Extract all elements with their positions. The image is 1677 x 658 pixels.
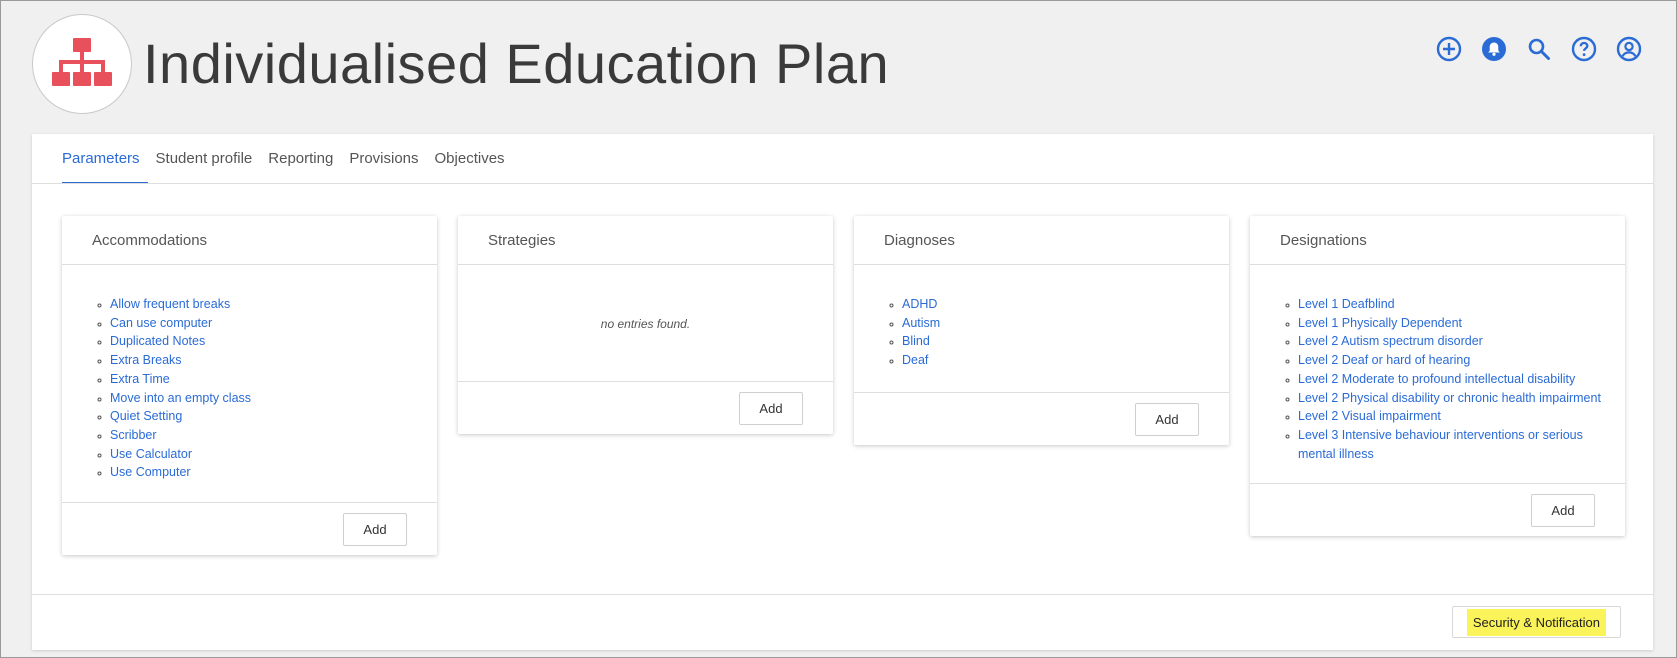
list-item[interactable]: Autism: [902, 314, 1199, 333]
footer-divider: [32, 594, 1653, 595]
accommodations-list: Allow frequent breaks Can use computer D…: [92, 295, 407, 482]
panel-title: Strategies: [458, 216, 833, 265]
panel-title: Designations: [1250, 216, 1625, 265]
bell-icon[interactable]: [1478, 33, 1510, 65]
tab-bar: Parameters Student profile Reporting Pro…: [62, 134, 513, 184]
tabs-divider: [32, 183, 1653, 184]
designations-list: Level 1 Deafblind Level 1 Physically Dep…: [1280, 295, 1605, 463]
list-item[interactable]: Extra Time: [110, 370, 407, 389]
list-item[interactable]: Level 2 Deaf or hard of hearing: [1298, 351, 1605, 370]
panel-title: Accommodations: [62, 216, 437, 265]
list-item[interactable]: Use Computer: [110, 463, 407, 482]
add-designation-button[interactable]: Add: [1531, 494, 1595, 528]
list-item[interactable]: Duplicated Notes: [110, 332, 407, 351]
add-circle-icon[interactable]: [1433, 33, 1465, 65]
search-icon[interactable]: [1523, 33, 1555, 65]
list-item[interactable]: Allow frequent breaks: [110, 295, 407, 314]
list-item[interactable]: Quiet Setting: [110, 407, 407, 426]
list-item[interactable]: Use Calculator: [110, 445, 407, 464]
list-item[interactable]: Extra Breaks: [110, 351, 407, 370]
list-item[interactable]: Blind: [902, 332, 1199, 351]
main-card: Parameters Student profile Reporting Pro…: [32, 134, 1653, 650]
list-item[interactable]: Level 3 Intensive behaviour intervention…: [1298, 426, 1605, 463]
list-item[interactable]: Level 1 Physically Dependent: [1298, 314, 1605, 333]
app-logo: [32, 14, 132, 114]
page-title: Individualised Education Plan: [143, 32, 890, 95]
tab-provisions[interactable]: Provisions: [341, 134, 426, 182]
list-item[interactable]: Deaf: [902, 351, 1199, 370]
diagnoses-panel: Diagnoses ADHD Autism Blind Deaf Add: [854, 216, 1229, 445]
user-icon[interactable]: [1613, 33, 1645, 65]
designations-panel: Designations Level 1 Deafblind Level 1 P…: [1250, 216, 1625, 537]
tab-reporting[interactable]: Reporting: [260, 134, 341, 182]
list-item[interactable]: Level 1 Deafblind: [1298, 295, 1605, 314]
list-item[interactable]: Level 2 Visual impairment: [1298, 407, 1605, 426]
tab-parameters[interactable]: Parameters: [62, 134, 148, 184]
sitemap-icon: [52, 38, 112, 86]
help-icon[interactable]: [1568, 33, 1600, 65]
list-item[interactable]: Scribber: [110, 426, 407, 445]
tab-student-profile[interactable]: Student profile: [148, 134, 261, 182]
security-notification-button[interactable]: Security & Notification: [1451, 606, 1621, 638]
add-strategy-button[interactable]: Add: [739, 392, 803, 425]
list-item[interactable]: Level 2 Physical disability or chronic h…: [1298, 389, 1605, 408]
add-accommodation-button[interactable]: Add: [343, 513, 407, 547]
strategies-panel: Strategies no entries found. Add: [458, 216, 833, 434]
tab-objectives[interactable]: Objectives: [427, 134, 513, 182]
list-item[interactable]: Can use computer: [110, 314, 407, 333]
security-notification-label: Security & Notification: [1466, 608, 1606, 636]
empty-message: no entries found.: [600, 317, 691, 331]
add-diagnosis-button[interactable]: Add: [1135, 402, 1199, 436]
header-toolbar: [1433, 33, 1645, 65]
list-item[interactable]: ADHD: [902, 295, 1199, 314]
panel-title: Diagnoses: [854, 216, 1229, 265]
diagnoses-list: ADHD Autism Blind Deaf: [884, 295, 1199, 370]
list-item[interactable]: Level 2 Autism spectrum disorder: [1298, 332, 1605, 351]
list-item[interactable]: Move into an empty class: [110, 389, 407, 408]
list-item[interactable]: Level 2 Moderate to profound intellectua…: [1298, 370, 1605, 389]
accommodations-panel: Accommodations Allow frequent breaks Can…: [62, 216, 437, 556]
